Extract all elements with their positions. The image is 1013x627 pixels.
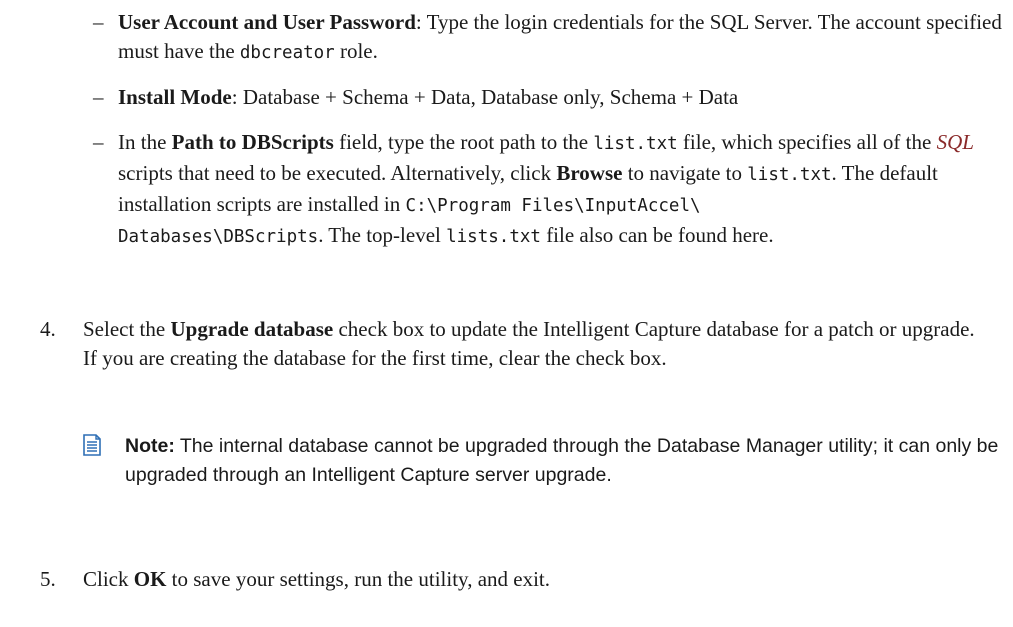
code-lists-txt: lists.txt: [446, 227, 541, 247]
note-label: Note:: [125, 435, 175, 457]
text-span: role.: [334, 39, 378, 63]
sql-link[interactable]: SQL: [937, 130, 974, 154]
bullet-text: Install Mode: Database + Schema + Data, …: [118, 83, 1008, 112]
step-text: Click OK to save your settings, run the …: [83, 565, 983, 594]
text-span: Select the: [83, 317, 171, 341]
bullet-text: In the Path to DBScripts field, type the…: [118, 128, 1008, 252]
dash-marker: –: [93, 10, 104, 34]
step-number: 5.: [40, 567, 56, 591]
dash-marker: –: [93, 85, 104, 109]
dash-marker: –: [93, 130, 104, 154]
term-browse: Browse: [556, 161, 623, 185]
term-path-to-dbscripts: Path to DBScripts: [171, 130, 334, 154]
note-icon: [83, 434, 101, 456]
text-span: file, which specifies all of the: [677, 130, 937, 154]
document-page: – User Account and User Password: Type t…: [0, 0, 1013, 627]
text-span: : Database + Schema + Data, Database onl…: [231, 85, 739, 109]
bullet-text: User Account and User Password: Type the…: [118, 8, 1008, 68]
text-span: . The top-level: [318, 223, 447, 247]
text-span: In the: [118, 130, 172, 154]
code-dbcreator: dbcreator: [239, 43, 335, 63]
text-span: scripts that need to be executed. Altern…: [118, 161, 557, 185]
code-list-txt-2: list.txt: [747, 165, 832, 185]
term-upgrade-database: Upgrade database: [170, 317, 334, 341]
text-span: to save your settings, run the utility, …: [166, 567, 550, 591]
term-ok: OK: [133, 567, 167, 591]
code-list-txt: list.txt: [593, 134, 678, 154]
code-path-part-2: Databases\DBScripts: [118, 227, 319, 247]
note-body: Note: The internal database cannot be up…: [125, 432, 1005, 490]
term-install-mode: Install Mode: [118, 85, 232, 109]
text-span: to navigate to: [622, 161, 748, 185]
code-path-part-1: C:\Program Files\InputAccel\: [405, 196, 701, 216]
text-span: file also can be found here.: [540, 223, 774, 247]
text-span: Click: [83, 567, 134, 591]
step-text: Select the Upgrade database check box to…: [83, 315, 983, 373]
step-number: 4.: [40, 317, 56, 341]
note-text: The internal database cannot be upgraded…: [125, 435, 999, 486]
term-user-account: User Account and User Password: [118, 10, 416, 34]
text-span: field, type the root path to the: [333, 130, 594, 154]
